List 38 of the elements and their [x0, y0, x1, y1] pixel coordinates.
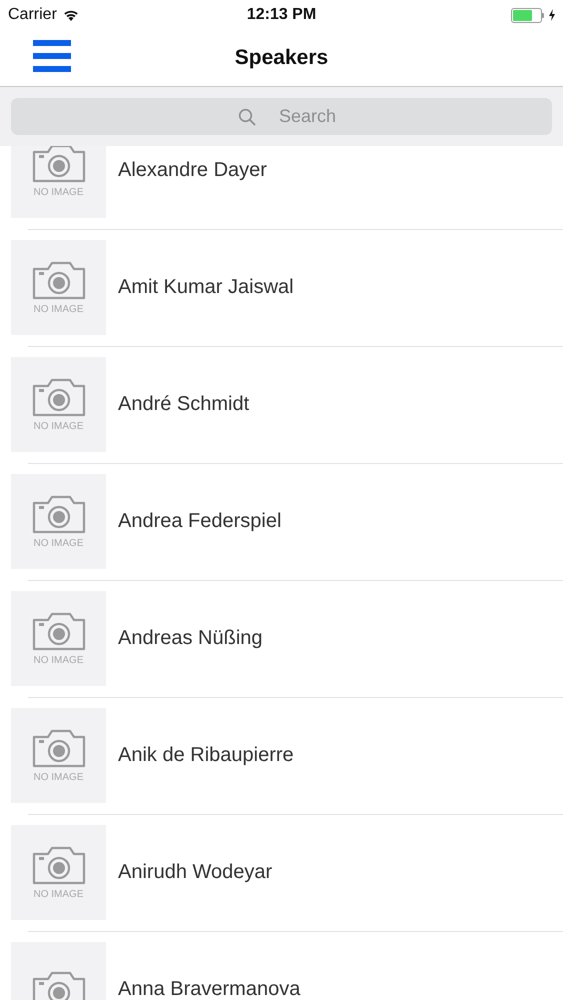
no-image-label: NO IMAGE	[33, 421, 84, 432]
speaker-row[interactable]: NO IMAGE Andrea Federspiel	[0, 463, 563, 580]
camera-icon	[32, 845, 86, 885]
speaker-row[interactable]: NO IMAGE Anirudh Wodeyar	[0, 814, 563, 931]
speaker-row[interactable]: NO IMAGE Andreas Nüßing	[0, 580, 563, 697]
speaker-name: Andrea Federspiel	[118, 510, 282, 533]
camera-icon	[32, 611, 86, 651]
menu-button[interactable]	[33, 40, 71, 72]
search-field[interactable]: Search	[11, 98, 552, 135]
battery-icon	[511, 8, 544, 22]
speaker-name: Andreas Nüßing	[118, 627, 263, 650]
speaker-name: Amit Kumar Jaiswal	[118, 276, 294, 299]
speaker-row[interactable]: Anna Bravermanova	[0, 931, 563, 1000]
camera-icon	[32, 970, 86, 1000]
wifi-icon	[62, 9, 79, 21]
no-image-label: NO IMAGE	[33, 889, 84, 900]
camera-icon	[32, 260, 86, 300]
speaker-row[interactable]: NO IMAGE Alexandre Dayer	[0, 146, 563, 229]
no-image-label: NO IMAGE	[33, 304, 84, 315]
speaker-row[interactable]: NO IMAGE André Schmidt	[0, 346, 563, 463]
carrier-label: Carrier	[8, 6, 57, 24]
speaker-name: Anirudh Wodeyar	[118, 861, 272, 884]
page-title: Speakers	[234, 46, 328, 70]
clock-time: 12:13 PM	[246, 6, 316, 24]
camera-icon	[32, 728, 86, 768]
camera-icon	[32, 377, 86, 417]
no-image-label: NO IMAGE	[33, 655, 84, 666]
no-image-label: NO IMAGE	[33, 538, 84, 549]
speaker-name: Alexandre Dayer	[118, 159, 267, 182]
camera-icon	[32, 146, 86, 183]
speaker-row[interactable]: NO IMAGE Amit Kumar Jaiswal	[0, 229, 563, 346]
speaker-name: Anik de Ribaupierre	[118, 744, 294, 767]
speaker-row[interactable]: NO IMAGE Anik de Ribaupierre	[0, 697, 563, 814]
no-image-label: NO IMAGE	[33, 187, 84, 198]
no-image-label: NO IMAGE	[33, 772, 84, 783]
speaker-name: André Schmidt	[118, 393, 250, 416]
speaker-name: Anna Bravermanova	[118, 978, 300, 1000]
camera-icon	[32, 494, 86, 534]
